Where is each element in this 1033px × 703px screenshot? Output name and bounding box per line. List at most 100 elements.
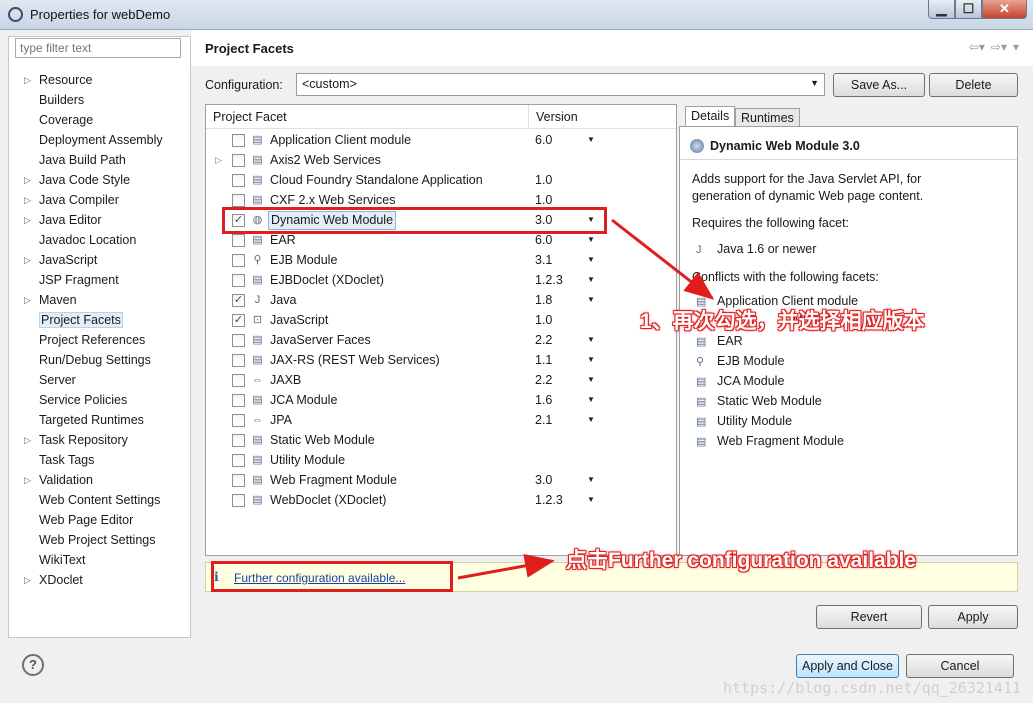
sidebar-item[interactable]: Builders xyxy=(9,90,189,110)
facet-row[interactable]: ▤ Cloud Foundry Standalone Application 1.0 xyxy=(206,170,676,190)
chevron-down-icon[interactable]: ▼ xyxy=(587,270,595,290)
facet-version[interactable]: 3.1 xyxy=(535,250,552,270)
facet-version[interactable]: 1.2.3 xyxy=(535,490,563,510)
facet-version[interactable]: 1.1 xyxy=(535,350,552,370)
facet-checkbox[interactable] xyxy=(232,334,245,347)
expand-arrow-icon[interactable]: ▷ xyxy=(24,290,31,310)
facet-checkbox[interactable] xyxy=(232,234,245,247)
expand-arrow-icon[interactable]: ▷ xyxy=(24,70,31,90)
sidebar-item[interactable]: ▷ Maven xyxy=(9,290,189,310)
facet-row[interactable]: ✓ ⊡ JavaScript 1.0 xyxy=(206,310,676,330)
facet-checkbox[interactable] xyxy=(232,454,245,467)
expand-arrow-icon[interactable]: ▷ xyxy=(24,190,31,210)
facet-row[interactable]: ▤ Utility Module xyxy=(206,450,676,470)
expand-arrow-icon[interactable]: ▷ xyxy=(24,250,31,270)
chevron-down-icon[interactable]: ▼ xyxy=(587,370,595,390)
facet-checkbox[interactable] xyxy=(232,434,245,447)
facet-row[interactable]: ▤ JavaServer Faces 2.2 ▼ xyxy=(206,330,676,350)
sidebar-item[interactable]: ▷ Validation xyxy=(9,470,189,490)
sidebar-item[interactable]: Javadoc Location xyxy=(9,230,189,250)
expand-arrow-icon[interactable]: ▷ xyxy=(215,150,222,170)
cancel-button[interactable]: Cancel xyxy=(906,654,1014,678)
col-project-facet[interactable]: Project Facet xyxy=(213,110,287,124)
facet-version[interactable]: 1.2.3 xyxy=(535,270,563,290)
sidebar-item[interactable]: ▷ Java Editor xyxy=(9,210,189,230)
sidebar-item[interactable]: Server xyxy=(9,370,189,390)
facet-row[interactable]: ▤ Static Web Module xyxy=(206,430,676,450)
configuration-combo[interactable]: <custom> ▼ xyxy=(296,73,825,96)
facet-version[interactable]: 3.0 xyxy=(535,470,552,490)
facet-row[interactable]: ▤ WebDoclet (XDoclet) 1.2.3 ▼ xyxy=(206,490,676,510)
sidebar-item[interactable]: Run/Debug Settings xyxy=(9,350,189,370)
sidebar-item[interactable]: WikiText xyxy=(9,550,189,570)
chevron-down-icon[interactable]: ▼ xyxy=(587,470,595,490)
facet-row[interactable]: ⇔ JAXB 2.2 ▼ xyxy=(206,370,676,390)
tab-details[interactable]: Details xyxy=(685,106,736,127)
sidebar-item[interactable]: ▷ Task Repository xyxy=(9,430,189,450)
facet-checkbox[interactable] xyxy=(232,154,245,167)
facet-checkbox[interactable] xyxy=(232,174,245,187)
facet-checkbox[interactable] xyxy=(232,274,245,287)
sidebar-item[interactable]: Task Tags xyxy=(9,450,189,470)
menu-icon[interactable]: ▾ xyxy=(1013,40,1019,54)
col-version[interactable]: Version xyxy=(536,110,578,124)
sidebar-item[interactable]: Deployment Assembly xyxy=(9,130,189,150)
facet-checkbox[interactable] xyxy=(232,414,245,427)
expand-arrow-icon[interactable]: ▷ xyxy=(24,430,31,450)
facet-version[interactable]: 6.0 xyxy=(535,130,552,150)
facet-checkbox[interactable]: ✓ xyxy=(232,314,245,327)
facet-row[interactable]: ⇔ JPA 2.1 ▼ xyxy=(206,410,676,430)
facet-row[interactable]: ▤ Application Client module 6.0 ▼ xyxy=(206,130,676,150)
sidebar-item[interactable]: Service Policies xyxy=(9,390,189,410)
minimize-button[interactable]: ▁ xyxy=(928,0,955,19)
sidebar-item[interactable]: ▷ XDoclet xyxy=(9,570,189,590)
facet-checkbox[interactable]: ✓ xyxy=(232,294,245,307)
facet-version[interactable]: 1.8 xyxy=(535,290,552,310)
close-button[interactable]: ✕ xyxy=(982,0,1027,19)
facet-row[interactable]: ▷ ▤ Axis2 Web Services xyxy=(206,150,676,170)
facet-version[interactable]: 2.1 xyxy=(535,410,552,430)
revert-button[interactable]: Revert xyxy=(816,605,922,629)
facet-checkbox[interactable] xyxy=(232,354,245,367)
filter-input[interactable] xyxy=(15,38,181,58)
facet-checkbox[interactable] xyxy=(232,374,245,387)
chevron-down-icon[interactable]: ▼ xyxy=(587,410,595,430)
chevron-down-icon[interactable]: ▼ xyxy=(587,290,595,310)
facet-version[interactable]: 2.2 xyxy=(535,370,552,390)
apply-and-close-button[interactable]: Apply and Close xyxy=(796,654,899,678)
sidebar-item[interactable]: Java Build Path xyxy=(9,150,189,170)
expand-arrow-icon[interactable]: ▷ xyxy=(24,170,31,190)
expand-arrow-icon[interactable]: ▷ xyxy=(24,570,31,590)
facet-version[interactable]: 2.2 xyxy=(535,330,552,350)
sidebar-item[interactable]: Web Content Settings xyxy=(9,490,189,510)
forward-icon[interactable]: ⇨▾ xyxy=(991,40,1007,54)
chevron-down-icon[interactable]: ▼ xyxy=(587,250,595,270)
sidebar-item[interactable]: ▷ Java Compiler xyxy=(9,190,189,210)
sidebar-item[interactable]: JSP Fragment xyxy=(9,270,189,290)
sidebar-item[interactable]: Coverage xyxy=(9,110,189,130)
facet-row[interactable]: ▤ EJBDoclet (XDoclet) 1.2.3 ▼ xyxy=(206,270,676,290)
maximize-button[interactable]: ☐ xyxy=(955,0,982,19)
facet-row[interactable]: ▤ Web Fragment Module 3.0 ▼ xyxy=(206,470,676,490)
chevron-down-icon[interactable]: ▼ xyxy=(587,490,595,510)
facet-checkbox[interactable] xyxy=(232,134,245,147)
facet-version[interactable]: 1.6 xyxy=(535,390,552,410)
sidebar-item[interactable]: Web Page Editor xyxy=(9,510,189,530)
apply-button[interactable]: Apply xyxy=(928,605,1018,629)
facet-row[interactable]: ✓ J Java 1.8 ▼ xyxy=(206,290,676,310)
sidebar-item[interactable]: ▷ Resource xyxy=(9,70,189,90)
expand-arrow-icon[interactable]: ▷ xyxy=(24,210,31,230)
sidebar-item[interactable]: Web Project Settings xyxy=(9,530,189,550)
facet-checkbox[interactable] xyxy=(232,494,245,507)
chevron-down-icon[interactable]: ▼ xyxy=(587,330,595,350)
sidebar-item[interactable]: ▷ Java Code Style xyxy=(9,170,189,190)
help-icon[interactable]: ? xyxy=(22,654,44,676)
delete-button[interactable]: Delete xyxy=(929,73,1018,97)
facet-checkbox[interactable] xyxy=(232,394,245,407)
facet-checkbox[interactable] xyxy=(232,254,245,267)
expand-arrow-icon[interactable]: ▷ xyxy=(24,470,31,490)
chevron-down-icon[interactable]: ▼ xyxy=(587,350,595,370)
facet-checkbox[interactable] xyxy=(232,474,245,487)
chevron-down-icon[interactable]: ▼ xyxy=(587,130,595,150)
tab-runtimes[interactable]: Runtimes xyxy=(735,108,800,127)
